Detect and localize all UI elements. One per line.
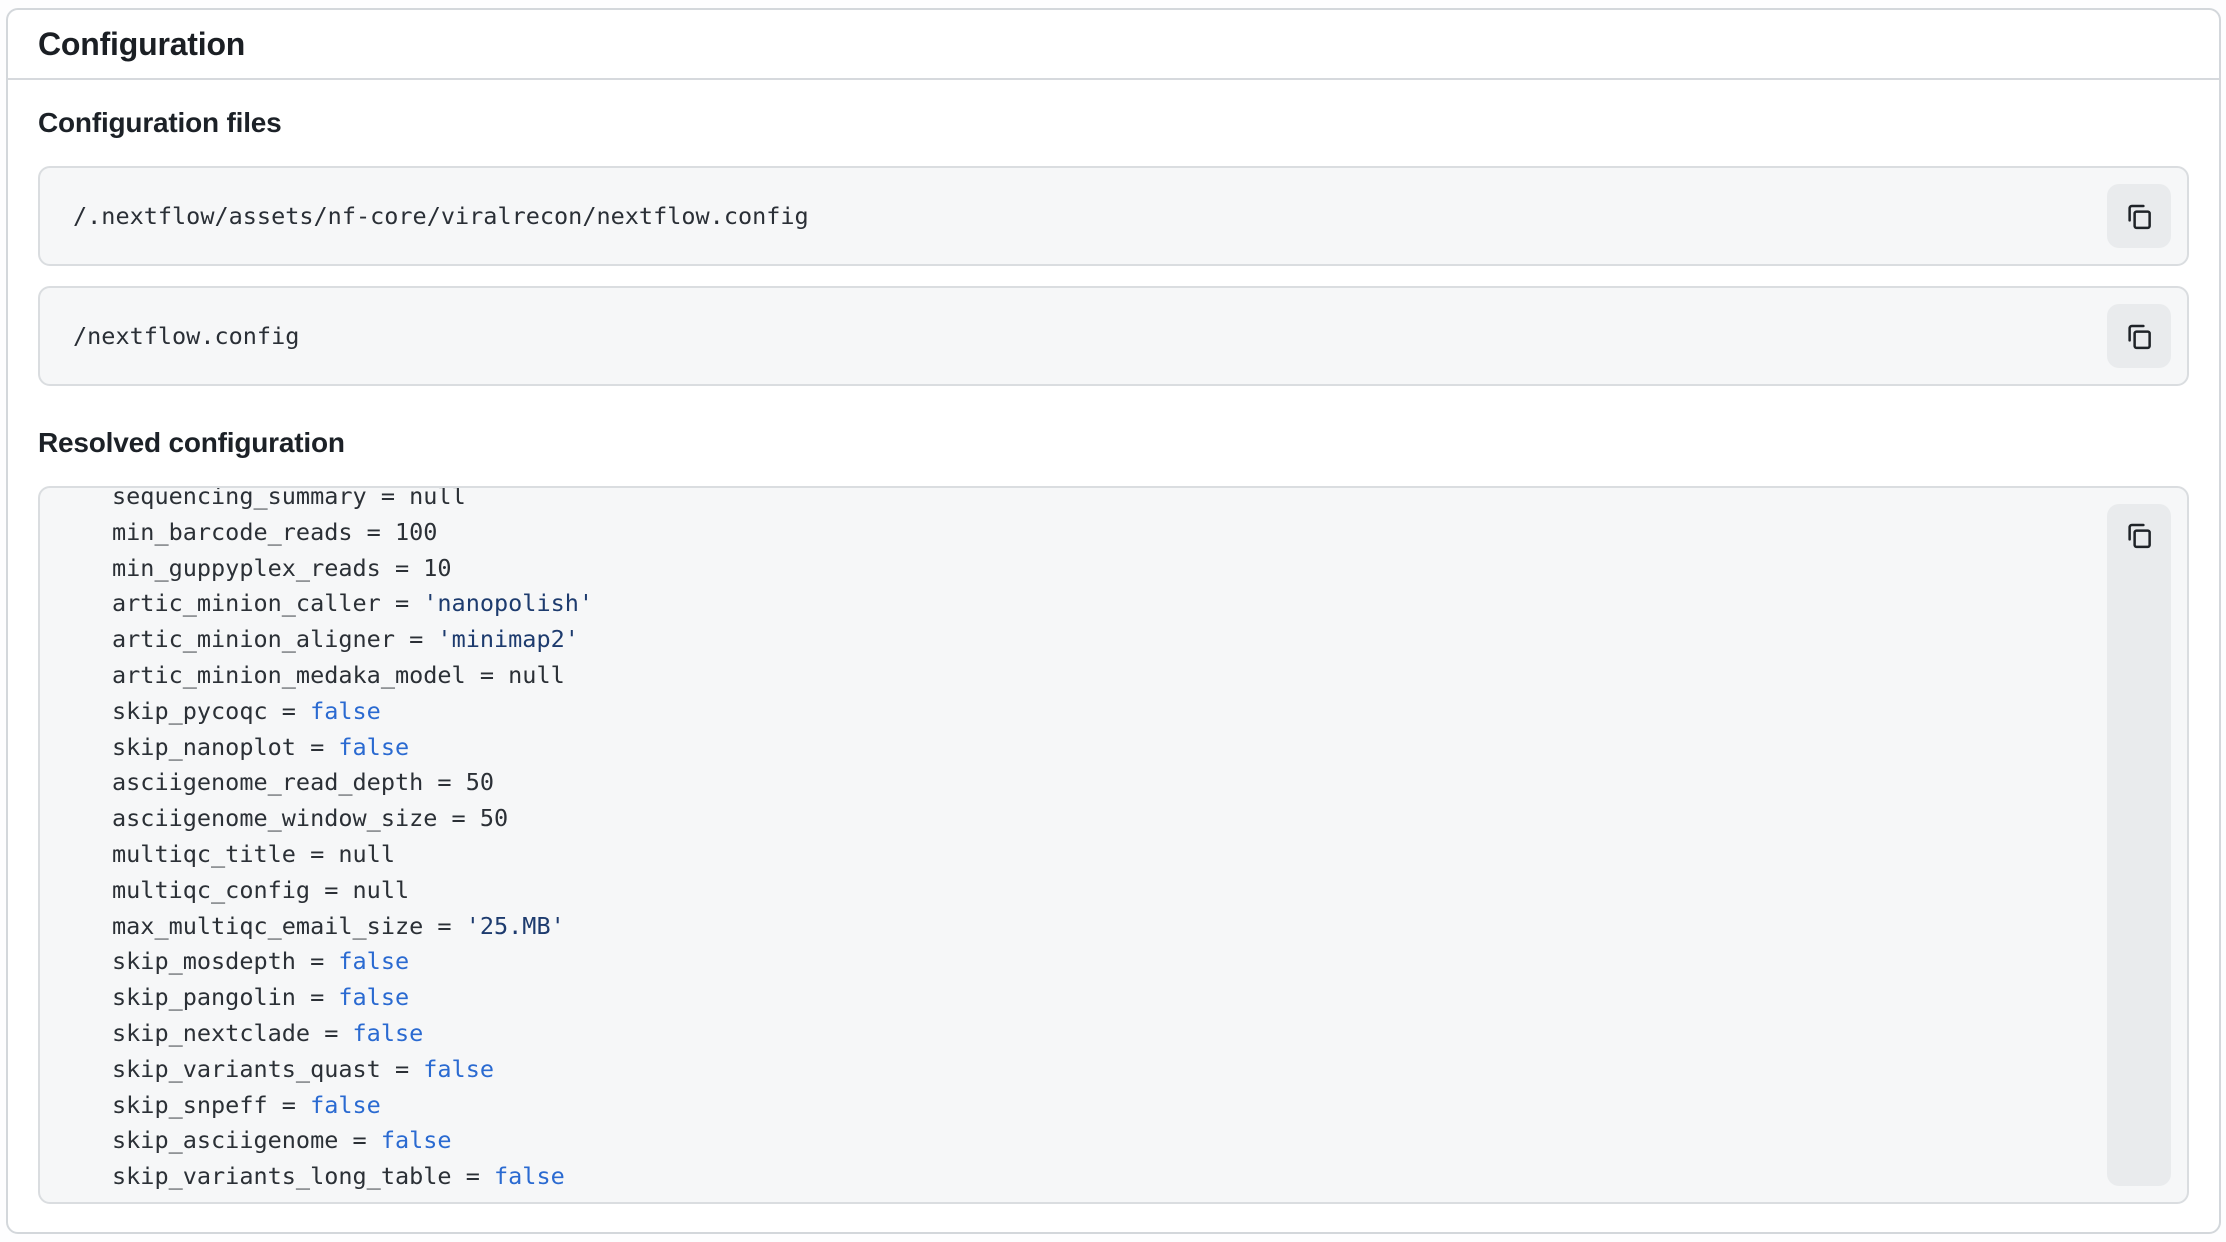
code-line: skip_nanoplot = false (112, 730, 2095, 766)
code-line: skip_nextclade = false (112, 1016, 2095, 1052)
code-line: asciigenome_window_size = 50 (112, 801, 2095, 837)
copy-icon (2124, 321, 2154, 351)
config-file-row: /.nextflow/assets/nf-core/viralrecon/nex… (38, 166, 2189, 266)
code-line: multiqc_config = null (112, 873, 2095, 909)
card-body: Configuration files /.nextflow/assets/nf… (8, 80, 2219, 1232)
copy-icon (2124, 201, 2154, 231)
code-line: skip_variants_long_table = false (112, 1159, 2095, 1195)
code-line: skip_snpeff = false (112, 1088, 2095, 1124)
copy-resolved-config-button[interactable] (2107, 504, 2171, 1186)
code-line: skip_multiqc = false (112, 1195, 2095, 1202)
code-line: skip_mosdepth = false (112, 944, 2095, 980)
card-header: Configuration (8, 10, 2219, 80)
page-title: Configuration (38, 26, 245, 63)
code-line: skip_variants_quast = false (112, 1052, 2095, 1088)
config-file-path: /.nextflow/assets/nf-core/viralrecon/nex… (73, 202, 2107, 230)
code-line: artic_minion_aligner = 'minimap2' (112, 622, 2095, 658)
resolved-config-code: sequencing_summary = nullmin_barcode_rea… (112, 488, 2095, 1202)
code-line: max_multiqc_email_size = '25.MB' (112, 909, 2095, 945)
code-line: artic_minion_medaka_model = null (112, 658, 2095, 694)
copy-file-path-button[interactable] (2107, 184, 2171, 248)
config-file-row: /nextflow.config (38, 286, 2189, 386)
code-line: min_guppyplex_reads = 10 (112, 551, 2095, 587)
resolved-config-heading: Resolved configuration (38, 426, 2189, 460)
config-file-path: /nextflow.config (73, 322, 2107, 350)
code-line: asciigenome_read_depth = 50 (112, 765, 2095, 801)
code-line: min_barcode_reads = 100 (112, 515, 2095, 551)
copy-file-path-button[interactable] (2107, 304, 2171, 368)
resolved-config-scroll-area[interactable]: sequencing_summary = nullmin_barcode_rea… (40, 488, 2095, 1202)
code-line: skip_asciigenome = false (112, 1123, 2095, 1159)
code-line: artic_minion_caller = 'nanopolish' (112, 586, 2095, 622)
code-line: skip_pangolin = false (112, 980, 2095, 1016)
copy-icon (2124, 520, 2154, 550)
resolved-config-block: sequencing_summary = nullmin_barcode_rea… (38, 486, 2189, 1204)
configuration-card: Configuration Configuration files /.next… (6, 8, 2221, 1234)
config-files-heading: Configuration files (38, 106, 2189, 140)
code-line: skip_pycoqc = false (112, 694, 2095, 730)
code-line: sequencing_summary = null (112, 488, 2095, 515)
code-line: multiqc_title = null (112, 837, 2095, 873)
